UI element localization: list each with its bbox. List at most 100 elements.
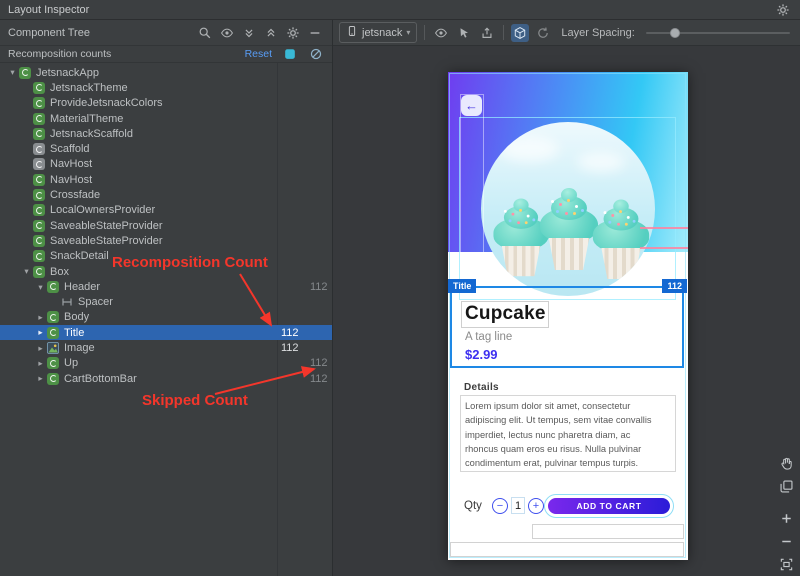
recomposition-count-badge: 112 xyxy=(662,279,687,293)
search-icon[interactable] xyxy=(196,24,214,42)
layer-spacing-label: Layer Spacing: xyxy=(561,27,634,39)
chevron-down-icon[interactable]: ▾ xyxy=(6,68,19,77)
tree-row[interactable]: MaterialTheme xyxy=(0,111,332,126)
qty-value: 1 xyxy=(511,497,525,514)
process-name: jetsnack xyxy=(362,27,402,39)
bottom-layout-bounds xyxy=(450,542,684,557)
tree-row[interactable]: NavHost xyxy=(0,172,332,187)
tree-row[interactable]: ▸CartBottomBar112 xyxy=(0,371,332,386)
tree-row[interactable]: Spacer xyxy=(0,294,332,309)
chevron-down-icon[interactable]: ▾ xyxy=(20,267,33,276)
view-options-icon[interactable] xyxy=(218,24,236,42)
panel-divider[interactable] xyxy=(332,20,333,576)
chevron-right-icon[interactable]: ▸ xyxy=(34,344,47,353)
tree-row[interactable]: SaveableStateProvider xyxy=(0,218,332,233)
reset-link[interactable]: Reset xyxy=(245,48,272,60)
skipped-count: 112 xyxy=(304,281,332,293)
node-label: LocalOwnersProvider xyxy=(50,204,155,216)
settings-icon[interactable] xyxy=(284,24,302,42)
tree-row[interactable]: NavHost xyxy=(0,157,332,172)
tree-row[interactable]: SaveableStateProvider xyxy=(0,233,332,248)
chevron-right-icon[interactable]: ▸ xyxy=(34,359,47,368)
node-label: NavHost xyxy=(50,158,92,170)
tree-row[interactable]: ▸Up112 xyxy=(0,356,332,371)
node-label: Scaffold xyxy=(50,143,90,155)
qty-decrease-button[interactable]: − xyxy=(492,498,508,514)
node-label: Header xyxy=(64,281,100,293)
inspector-toolbar: jetsnack ▾ Layer Spacing: xyxy=(333,20,800,46)
window-title: Layout Inspector xyxy=(8,4,89,16)
skipped-count: 112 xyxy=(304,373,332,385)
settings-gear-icon[interactable] xyxy=(774,1,792,19)
tree-row[interactable]: ▾ JetsnackApp xyxy=(0,65,332,80)
back-column-layout-bounds xyxy=(460,94,484,298)
chevron-right-icon[interactable]: ▸ xyxy=(34,374,47,383)
compose-gray-icon xyxy=(33,143,45,155)
back-button[interactable]: ← xyxy=(461,95,482,116)
window-titlebar: Layout Inspector xyxy=(0,0,800,20)
node-label: JetsnackApp xyxy=(36,67,99,79)
spacer-icon xyxy=(61,296,73,308)
node-label: Crossfade xyxy=(50,189,100,201)
pick-element-icon[interactable] xyxy=(455,24,473,42)
collapse-all-icon[interactable] xyxy=(262,24,280,42)
recomposition-counts-label: Recomposition counts xyxy=(8,48,111,60)
fit-screen-icon[interactable] xyxy=(777,555,795,573)
highlight-swatch-icon[interactable] xyxy=(282,46,298,62)
component-tree-header: Component Tree xyxy=(0,20,332,46)
layers-icon[interactable] xyxy=(777,477,795,495)
tree-row[interactable]: Scaffold xyxy=(0,141,332,156)
tree-row[interactable]: Crossfade xyxy=(0,187,332,202)
node-label: Body xyxy=(64,311,89,323)
compose-gray-icon xyxy=(33,158,45,170)
tree-row[interactable]: ▸ Body xyxy=(0,310,332,325)
tree-row[interactable]: ▸Image112 xyxy=(0,340,332,355)
qty-increase-button[interactable]: + xyxy=(528,498,544,514)
device-screen[interactable]: ← Title 112 Cupcake A tag line $2.99 Det… xyxy=(448,72,688,560)
guideline-top xyxy=(640,227,688,229)
layer-spacing-slider[interactable] xyxy=(646,25,790,41)
layout-inspector-window: Layout Inspector Component Tree jetsnack… xyxy=(0,0,800,576)
add-to-cart-button[interactable]: ADD TO CART xyxy=(547,497,671,515)
tree-row[interactable]: JetsnackTheme xyxy=(0,80,332,95)
chevron-down-icon: ▾ xyxy=(406,28,410,37)
toolbar-separator xyxy=(503,25,504,40)
tree-row[interactable]: ProvideJetsnackColors xyxy=(0,96,332,111)
component-tree-toolbar xyxy=(196,24,324,42)
clear-counts-icon[interactable] xyxy=(308,46,324,62)
tree-row[interactable]: ▾Box xyxy=(0,264,332,279)
export-icon[interactable] xyxy=(478,24,496,42)
node-label: JetsnackTheme xyxy=(50,82,128,94)
chevron-right-icon[interactable]: ▸ xyxy=(34,328,47,337)
hide-icon[interactable] xyxy=(306,24,324,42)
image-icon xyxy=(47,342,59,354)
product-tagline: A tag line xyxy=(465,331,512,343)
panel-title: Component Tree xyxy=(8,27,90,39)
tree-row[interactable]: JetsnackScaffold xyxy=(0,126,332,141)
slider-track[interactable] xyxy=(646,32,790,34)
process-selector[interactable]: jetsnack ▾ xyxy=(339,22,417,43)
expand-all-icon[interactable] xyxy=(240,24,258,42)
node-label: JetsnackScaffold xyxy=(50,128,133,140)
tree-row[interactable]: SnackDetail xyxy=(0,249,332,264)
tree-row[interactable]: ▾ Header 112 xyxy=(0,279,332,294)
zoom-in-icon[interactable] xyxy=(777,509,795,527)
zoom-out-icon[interactable] xyxy=(777,532,795,550)
3d-mode-toggle[interactable] xyxy=(511,24,529,42)
recomposition-bar-icons xyxy=(282,46,324,62)
compose-icon xyxy=(47,281,59,293)
chevron-down-icon[interactable]: ▾ xyxy=(34,283,47,292)
tree-row[interactable]: ▸Title112 xyxy=(0,325,332,340)
tree-row[interactable]: LocalOwnersProvider xyxy=(0,203,332,218)
live-updates-icon[interactable] xyxy=(432,24,450,42)
toolbar-separator xyxy=(424,25,425,40)
inspector-left-icons xyxy=(432,24,496,42)
pan-icon[interactable] xyxy=(777,454,795,472)
slider-thumb[interactable] xyxy=(670,28,680,38)
refresh-icon[interactable] xyxy=(534,24,552,42)
compose-icon xyxy=(47,327,59,339)
back-arrow-icon: ← xyxy=(465,98,478,113)
chevron-right-icon[interactable]: ▸ xyxy=(34,313,47,322)
device-icon xyxy=(346,25,358,40)
compose-icon xyxy=(33,113,45,125)
